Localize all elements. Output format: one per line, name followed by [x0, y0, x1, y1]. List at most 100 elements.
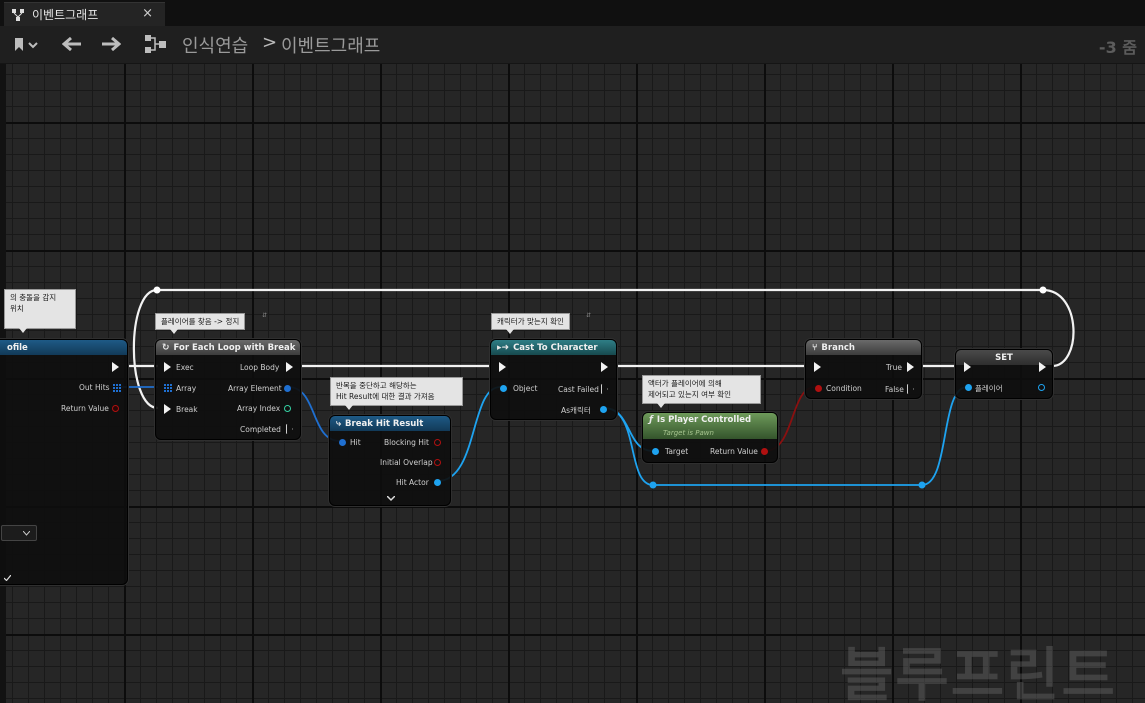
pin-true-label: True	[886, 363, 902, 372]
comment-line: 제어되고 있는지 여부 확인	[648, 390, 732, 399]
completed-exec-pin[interactable]	[286, 424, 293, 434]
pin-array-index-label: Array Index	[237, 404, 281, 413]
pin-cast-failed-label: Cast Failed	[558, 385, 599, 394]
array-pin-icon[interactable]	[113, 384, 121, 392]
break-hit-result-node[interactable]: ⤷ Break Hit Result Hit Blocking Hit Init…	[329, 415, 451, 506]
false-exec-pin[interactable]	[907, 384, 914, 394]
comment-line: 의 충돌을 감지	[10, 293, 57, 302]
condition-pin[interactable]	[815, 385, 822, 392]
comment-partial[interactable]: 의 충돌을 감지 위치	[4, 289, 76, 333]
pin-player-label: 플레이어	[975, 384, 1003, 393]
comment-pin-icon[interactable]: ⇵	[262, 312, 267, 319]
comment-text: 플레이어를 찾음 -> 정지	[161, 317, 240, 326]
return-value-pin[interactable]	[112, 405, 119, 412]
blueprint-watermark: 블루프린트	[840, 641, 1117, 703]
comment-break-hit[interactable]: 반복을 중단하고 해당하는 Hit Result에 대한 결과 가져옴	[330, 377, 463, 410]
pin-array-element-label: Array Element	[228, 384, 282, 393]
checkmark-icon[interactable]	[4, 575, 11, 581]
exec-in-pin[interactable]	[814, 362, 821, 372]
loop-body-exec-pin[interactable]	[286, 362, 293, 372]
node-title: For Each Loop with Break	[173, 342, 296, 353]
array-pin-icon[interactable]	[164, 384, 172, 392]
cast-to-character-node[interactable]: ▸➜ Cast To Character Object Cast Failed …	[490, 339, 617, 420]
pin-return-value-label: Return Value	[61, 404, 109, 413]
pin-as-character-label: As캐릭터	[561, 406, 591, 415]
array-index-pin[interactable]	[284, 405, 291, 412]
cast-failed-exec-pin[interactable]	[601, 384, 608, 394]
initial-overlap-pin[interactable]	[434, 459, 441, 466]
graph-hierarchy-icon	[145, 35, 166, 53]
exec-in-pin[interactable]	[964, 362, 971, 372]
array-element-pin[interactable]	[284, 385, 291, 392]
node-header: ↻ For Each Loop with Break	[156, 340, 300, 355]
player-in-pin[interactable]	[965, 384, 972, 391]
pin-blocking-hit-label: Blocking Hit	[384, 438, 429, 447]
blocking-hit-pin[interactable]	[434, 439, 441, 446]
comment-line: 위치	[10, 304, 24, 313]
branch-icon: ⑂	[812, 342, 818, 353]
chevron-down-icon	[23, 531, 30, 536]
line-trace-node[interactable]: ofile Out Hits Return Value	[0, 339, 128, 585]
exec-out-pin[interactable]	[1039, 362, 1046, 372]
breadcrumb-separator: >	[262, 32, 278, 53]
back-arrow-icon[interactable]	[62, 37, 82, 51]
node-header: ⑂ Branch	[806, 340, 921, 355]
exec-in-pin[interactable]	[499, 362, 506, 372]
comment-foreach[interactable]: 플레이어를 찾음 -> 정지	[155, 313, 246, 334]
true-exec-pin[interactable]	[907, 362, 914, 372]
loop-icon: ↻	[162, 342, 170, 353]
node-title: Branch	[821, 342, 855, 353]
pin-hit-label: Hit	[350, 438, 361, 447]
comment-line: 반복을 중단하고 해당하는	[336, 381, 417, 390]
pin-break-label: Break	[176, 405, 198, 414]
node-title: Break Hit Result	[345, 418, 424, 429]
close-icon[interactable]: ×	[142, 6, 153, 21]
zoom-level: -3 줌	[1098, 38, 1137, 57]
node-title: Is Player Controlled	[656, 415, 752, 425]
break-struct-icon: ⤷	[336, 418, 342, 429]
pin-condition-label: Condition	[826, 384, 862, 393]
pin-loop-body-label: Loop Body	[240, 363, 280, 372]
node-title: Cast To Character	[513, 342, 598, 353]
player-out-pin[interactable]	[1038, 384, 1045, 391]
bookmark-dropdown-icon[interactable]	[14, 38, 38, 52]
cast-arrow-icon: ▸➜	[497, 342, 510, 353]
break-exec-pin[interactable]	[164, 404, 171, 414]
pin-hit-actor-label: Hit Actor	[396, 478, 429, 487]
pin-initial-overlap-label: Initial Overlap	[380, 458, 433, 467]
breadcrumb-root[interactable]: 인식연습	[182, 32, 248, 58]
for-each-loop-node[interactable]: ↻ For Each Loop with Break Exec Array Br…	[155, 339, 301, 440]
comment-pin-icon[interactable]: ⇵	[586, 312, 591, 319]
pin-target-label: Target	[665, 447, 689, 456]
comment-text: 캐릭터가 맞는지 확인	[497, 317, 564, 326]
graph-toolbar: 인식연습 > 이벤트그래프 -3 줌	[0, 26, 1145, 64]
comment-cast[interactable]: 캐릭터가 맞는지 확인	[491, 313, 570, 334]
chevron-down-icon[interactable]	[387, 496, 395, 502]
pin-false-label: False	[885, 385, 904, 394]
pin-array-label: Array	[176, 384, 197, 393]
exec-out-pin[interactable]	[601, 362, 608, 372]
tab-event-graph[interactable]: 이벤트그래프 ×	[4, 2, 165, 26]
node-header: ⤷ Break Hit Result	[330, 416, 450, 431]
target-pin[interactable]	[652, 448, 659, 455]
branch-node[interactable]: ⑂ Branch Condition True False	[805, 339, 922, 399]
object-pin[interactable]	[500, 385, 507, 392]
node-subtitle: Target is Pawn	[663, 429, 714, 437]
pin-object-label: Object	[513, 384, 538, 393]
exec-in-pin[interactable]	[164, 362, 171, 372]
tab-bar: 이벤트그래프 ×	[0, 0, 1145, 26]
node-header: ▸➜ Cast To Character	[491, 340, 616, 355]
comment-is-player[interactable]: 액터가 플레이어에 의해 제어되고 있는지 여부 확인	[642, 375, 761, 408]
hit-actor-pin[interactable]	[434, 479, 441, 486]
comment-line: 액터가 플레이어에 의해	[648, 379, 722, 388]
pin-exec-label: Exec	[176, 363, 194, 372]
forward-arrow-icon[interactable]	[101, 37, 121, 51]
as-character-pin[interactable]	[600, 406, 607, 413]
dropdown-box[interactable]	[1, 525, 37, 541]
set-variable-node[interactable]: SET 플레이어	[955, 349, 1053, 399]
is-player-controlled-node[interactable]: ƒ Is Player Controlled Target is Pawn Ta…	[642, 412, 778, 463]
hit-pin[interactable]	[339, 439, 346, 446]
return-value-pin[interactable]	[761, 448, 768, 455]
exec-out-pin[interactable]	[112, 362, 119, 372]
pin-completed-label: Completed	[240, 425, 281, 434]
